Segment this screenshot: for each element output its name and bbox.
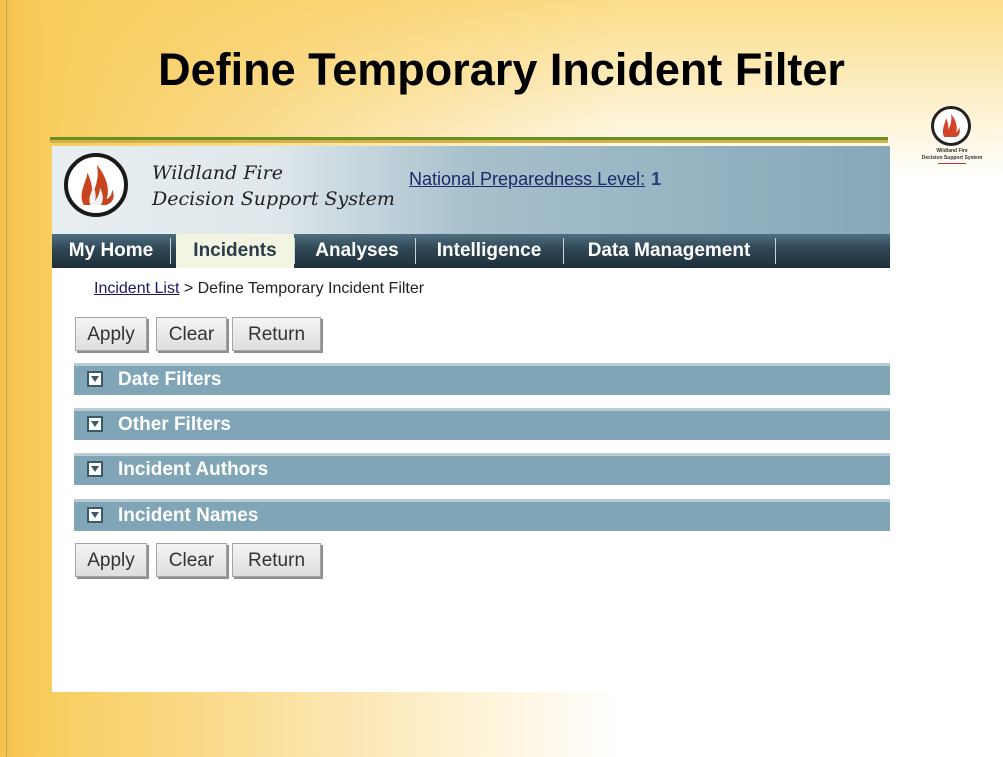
flame-logo-icon <box>942 114 960 137</box>
slide-title: Define Temporary Incident Filter <box>158 44 845 95</box>
clear-button[interactable]: Clear <box>156 317 227 351</box>
app-header: Wildland Fire Decision Support System Na… <box>52 146 890 234</box>
corner-logo-caption: Decision Support System <box>921 155 983 161</box>
return-button[interactable]: Return <box>232 543 321 577</box>
nav-data-management[interactable]: Data Management <box>564 234 774 268</box>
app-name: Wildland Fire <box>152 162 283 184</box>
collapse-toggle-icon[interactable] <box>87 416 103 432</box>
nav-separator <box>775 238 776 264</box>
title-divider-accent <box>50 140 888 143</box>
app-name-subtitle: Decision Support System <box>152 188 395 210</box>
collapse-toggle-icon[interactable] <box>87 507 103 523</box>
nav-separator <box>170 238 171 264</box>
flame-logo-icon <box>81 165 114 205</box>
nav-separator <box>294 238 295 264</box>
preparedness-level-value: 1 <box>651 169 662 189</box>
preparedness-level: National Preparedness Level: 1 <box>409 169 661 190</box>
corner-logo-caption: Wildland Fire <box>936 148 968 154</box>
preparedness-level-link[interactable]: National Preparedness Level: <box>409 169 645 189</box>
breadcrumb: Incident List > Define Temporary Inciden… <box>94 280 424 298</box>
nav-intelligence[interactable]: Intelligence <box>416 234 562 268</box>
apply-button[interactable]: Apply <box>75 543 147 577</box>
collapse-toggle-icon[interactable] <box>87 461 103 477</box>
section-label: Other Filters <box>118 414 231 435</box>
nav-analyses[interactable]: Analyses <box>300 234 414 268</box>
slide-edge <box>6 0 7 757</box>
app-logo <box>64 153 128 217</box>
nav-my-home[interactable]: My Home <box>52 234 170 268</box>
nav-incidents[interactable]: Incidents <box>176 234 294 268</box>
section-label: Incident Authors <box>118 459 269 480</box>
apply-button[interactable]: Apply <box>75 317 147 351</box>
breadcrumb-separator: > <box>179 280 198 297</box>
breadcrumb-incident-list[interactable]: Incident List <box>94 280 179 297</box>
clear-button[interactable]: Clear <box>156 543 227 577</box>
return-button[interactable]: Return <box>232 317 321 351</box>
section-other-filters[interactable]: Other Filters <box>74 408 890 440</box>
section-date-filters[interactable]: Date Filters <box>74 363 890 395</box>
section-label: Date Filters <box>118 369 222 390</box>
corner-logo-underline <box>938 163 966 164</box>
section-incident-authors[interactable]: Incident Authors <box>74 453 890 485</box>
collapse-toggle-icon[interactable] <box>87 371 103 387</box>
breadcrumb-current: Define Temporary Incident Filter <box>197 280 425 297</box>
corner-logo: Wildland Fire Decision Support System <box>918 106 986 166</box>
main-nav: My Home Incidents Analyses Intelligence … <box>52 234 890 268</box>
app-screenshot: Wildland Fire Decision Support System Na… <box>52 146 890 692</box>
section-incident-names[interactable]: Incident Names <box>74 499 890 531</box>
section-label: Incident Names <box>118 505 259 526</box>
